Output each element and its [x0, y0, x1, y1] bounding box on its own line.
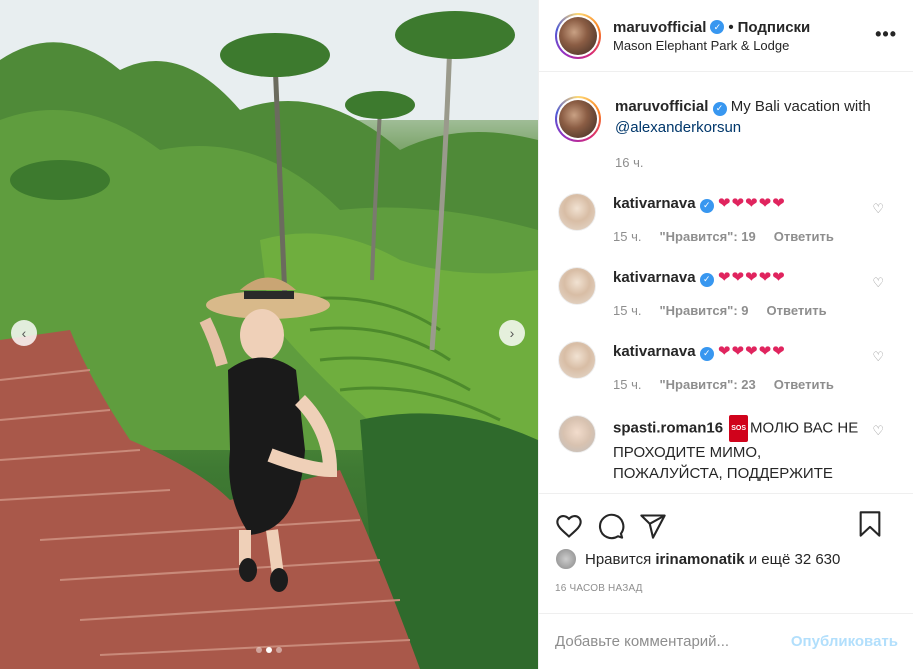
comment-reply-button[interactable]: Ответить	[767, 300, 827, 321]
comment-reply-button[interactable]: Ответить	[774, 374, 834, 395]
more-options-icon[interactable]: •••	[875, 24, 897, 45]
carousel-dots	[0, 647, 538, 653]
comment-text: ❤❤❤❤❤	[717, 343, 786, 360]
commenter-avatar[interactable]	[558, 193, 596, 231]
comment-item: kativarnava ✓ ❤❤❤❤❤ 15 ч. "Нравится": 19…	[555, 193, 898, 247]
following-button[interactable]: Подписки	[738, 19, 811, 36]
post-actions	[539, 493, 913, 543]
author-avatar[interactable]	[555, 12, 601, 59]
commenter-avatar[interactable]	[558, 415, 596, 453]
carousel-dot-active	[266, 647, 272, 653]
comment-item: kativarnava ✓ ❤❤❤❤❤ 15 ч. "Нравится": 9 …	[555, 267, 898, 321]
sos-icon: SOS	[729, 415, 749, 442]
carousel-dot	[256, 647, 262, 653]
comment-likes[interactable]: "Нравится": 19	[659, 226, 755, 247]
verified-icon: ✓	[699, 272, 714, 287]
comment-username[interactable]: kativarnava	[613, 269, 696, 286]
carousel-prev-button[interactable]: ‹	[11, 320, 37, 346]
post-caption: maruvofficial ✓ My Bali vacation with @a…	[555, 72, 898, 173]
post-photo[interactable]: ‹ ›	[0, 0, 538, 669]
post-side-panel: maruvofficial ✓ • Подписки Mason Elephan…	[538, 0, 913, 669]
comment-time: 15 ч.	[613, 377, 642, 392]
comment-text: ❤❤❤❤❤	[717, 195, 786, 212]
comment-time: 15 ч.	[613, 303, 642, 318]
comment-username[interactable]: kativarnava	[613, 195, 696, 212]
comment-likes[interactable]: "Нравится": 23	[659, 374, 755, 395]
caption-time: 16 ч.	[615, 155, 644, 170]
comment-input[interactable]	[555, 633, 791, 650]
comment-heart-icon[interactable]: ♡	[872, 275, 884, 291]
chevron-left-icon: ‹	[21, 325, 27, 341]
comment-heart-icon[interactable]: ♡	[872, 349, 884, 365]
comment-item: spasti.roman16 SOS МОЛЮ ВАС НЕ ПРОХОДИТЕ …	[555, 415, 898, 484]
verified-icon: ✓	[710, 20, 725, 34]
carousel-dot	[276, 647, 282, 653]
comment-username[interactable]: spasti.roman16	[613, 419, 723, 436]
verified-icon: ✓	[699, 346, 714, 361]
commenter-avatar[interactable]	[558, 341, 596, 379]
chevron-right-icon: ›	[509, 325, 515, 341]
comment-item: kativarnava ✓ ❤❤❤❤❤ 15 ч. "Нравится": 23…	[555, 341, 898, 395]
liker-avatar[interactable]	[555, 548, 577, 570]
author-username[interactable]: maruvofficial	[613, 19, 706, 36]
comment-likes[interactable]: "Нравится": 9	[659, 300, 748, 321]
location-link[interactable]: Mason Elephant Park & Lodge	[613, 38, 810, 53]
comment-heart-icon[interactable]: ♡	[872, 201, 884, 217]
verified-icon: ✓	[699, 198, 714, 213]
commenter-avatar[interactable]	[558, 267, 596, 305]
comment-username[interactable]: kativarnava	[613, 343, 696, 360]
comment-heart-icon[interactable]: ♡	[872, 423, 884, 439]
separator: •	[728, 18, 734, 36]
caption-mention-link[interactable]: @alexanderkorsun	[615, 119, 741, 136]
bookmark-icon[interactable]	[856, 510, 884, 538]
caption-username[interactable]: maruvofficial	[615, 98, 708, 115]
likes-summary: Нравится irinamonatik и ещё 32 630	[555, 548, 840, 570]
caption-text: My Bali vacation with	[730, 98, 871, 115]
caption-avatar[interactable]	[555, 96, 601, 142]
comment-reply-button[interactable]: Ответить	[774, 226, 834, 247]
comment-icon[interactable]	[597, 512, 625, 540]
comment-text: ❤❤❤❤❤	[717, 269, 786, 286]
verified-icon: ✓	[712, 101, 727, 116]
comments-list[interactable]: maruvofficial ✓ My Bali vacation with @a…	[539, 72, 913, 493]
likes-count[interactable]: и ещё 32 630	[749, 551, 841, 568]
post-header: maruvofficial ✓ • Подписки Mason Elephan…	[539, 0, 913, 72]
publish-button[interactable]: Опубликовать	[791, 633, 898, 650]
likes-prefix: Нравится	[585, 550, 652, 568]
add-comment-bar: Опубликовать	[539, 613, 913, 669]
carousel-next-button[interactable]: ›	[499, 320, 525, 346]
photo-scene	[0, 0, 538, 669]
post-timestamp[interactable]: 16 ЧАСОВ НАЗАД	[555, 583, 643, 594]
liker-username[interactable]: irinamonatik	[655, 551, 744, 568]
share-icon[interactable]	[639, 512, 667, 540]
comment-time: 15 ч.	[613, 229, 642, 244]
heart-icon[interactable]	[555, 512, 583, 540]
